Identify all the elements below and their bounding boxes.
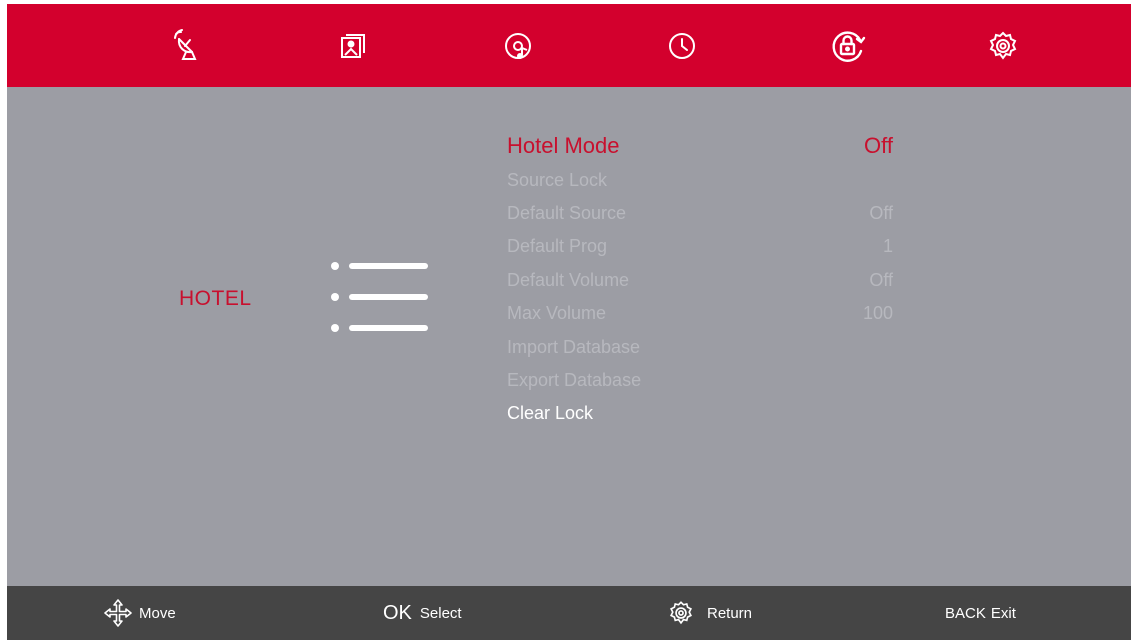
menu-value-default-volume: Off	[869, 270, 893, 290]
menu-item-default-prog[interactable]: Default Prog	[507, 236, 607, 257]
picture-icon[interactable]	[333, 26, 373, 66]
menu-item-default-volume[interactable]: Default Volume	[507, 270, 629, 291]
hint-return: Return	[667, 586, 752, 640]
move-arrows-icon	[104, 599, 132, 627]
sound-icon[interactable]	[498, 26, 538, 66]
hint-move-label: Move	[139, 604, 176, 622]
menu-value-default-prog: 1	[882, 236, 893, 256]
hint-exit: BACK Exit	[945, 586, 1016, 640]
list-icon	[331, 262, 428, 332]
hint-select-label: Select	[419, 604, 462, 622]
menu-value-max-volume: 100	[862, 303, 893, 323]
menu-item-source-lock[interactable]: Source Lock	[507, 170, 607, 191]
menu-item-clear-lock[interactable]: Clear Lock	[507, 403, 593, 424]
footer-hint-bar: Move OK Select Return BACK Exit	[7, 586, 1131, 640]
hint-exit-label: Exit	[990, 604, 1016, 622]
hint-exit-key: BACK	[945, 604, 986, 622]
satellite-dish-icon[interactable]	[167, 26, 207, 66]
menu-item-max-volume[interactable]: Max Volume	[507, 303, 606, 324]
hint-move: Move	[103, 586, 176, 640]
category-title: HOTEL	[179, 287, 252, 310]
menu-value-default-source: Off	[869, 203, 893, 223]
menu-value-hotel-mode: Off	[864, 133, 893, 158]
menu-item-export-database[interactable]: Export Database	[507, 370, 641, 391]
tv-menu-screen: HOTEL Hotel Mode Off Source Lock Default…	[7, 4, 1131, 640]
lock-icon[interactable]	[828, 26, 868, 66]
menu-item-import-database[interactable]: Import Database	[507, 337, 640, 358]
gear-icon[interactable]	[983, 26, 1023, 66]
hint-select-key: OK	[383, 601, 412, 624]
clock-icon[interactable]	[662, 26, 702, 66]
hint-return-label: Return	[707, 604, 753, 622]
menu-item-default-source[interactable]: Default Source	[507, 203, 626, 224]
top-tab-bar	[7, 4, 1131, 87]
gear-icon	[670, 601, 692, 625]
menu-item-hotel-mode[interactable]: Hotel Mode	[507, 133, 620, 159]
hint-select: OK Select	[383, 586, 462, 640]
